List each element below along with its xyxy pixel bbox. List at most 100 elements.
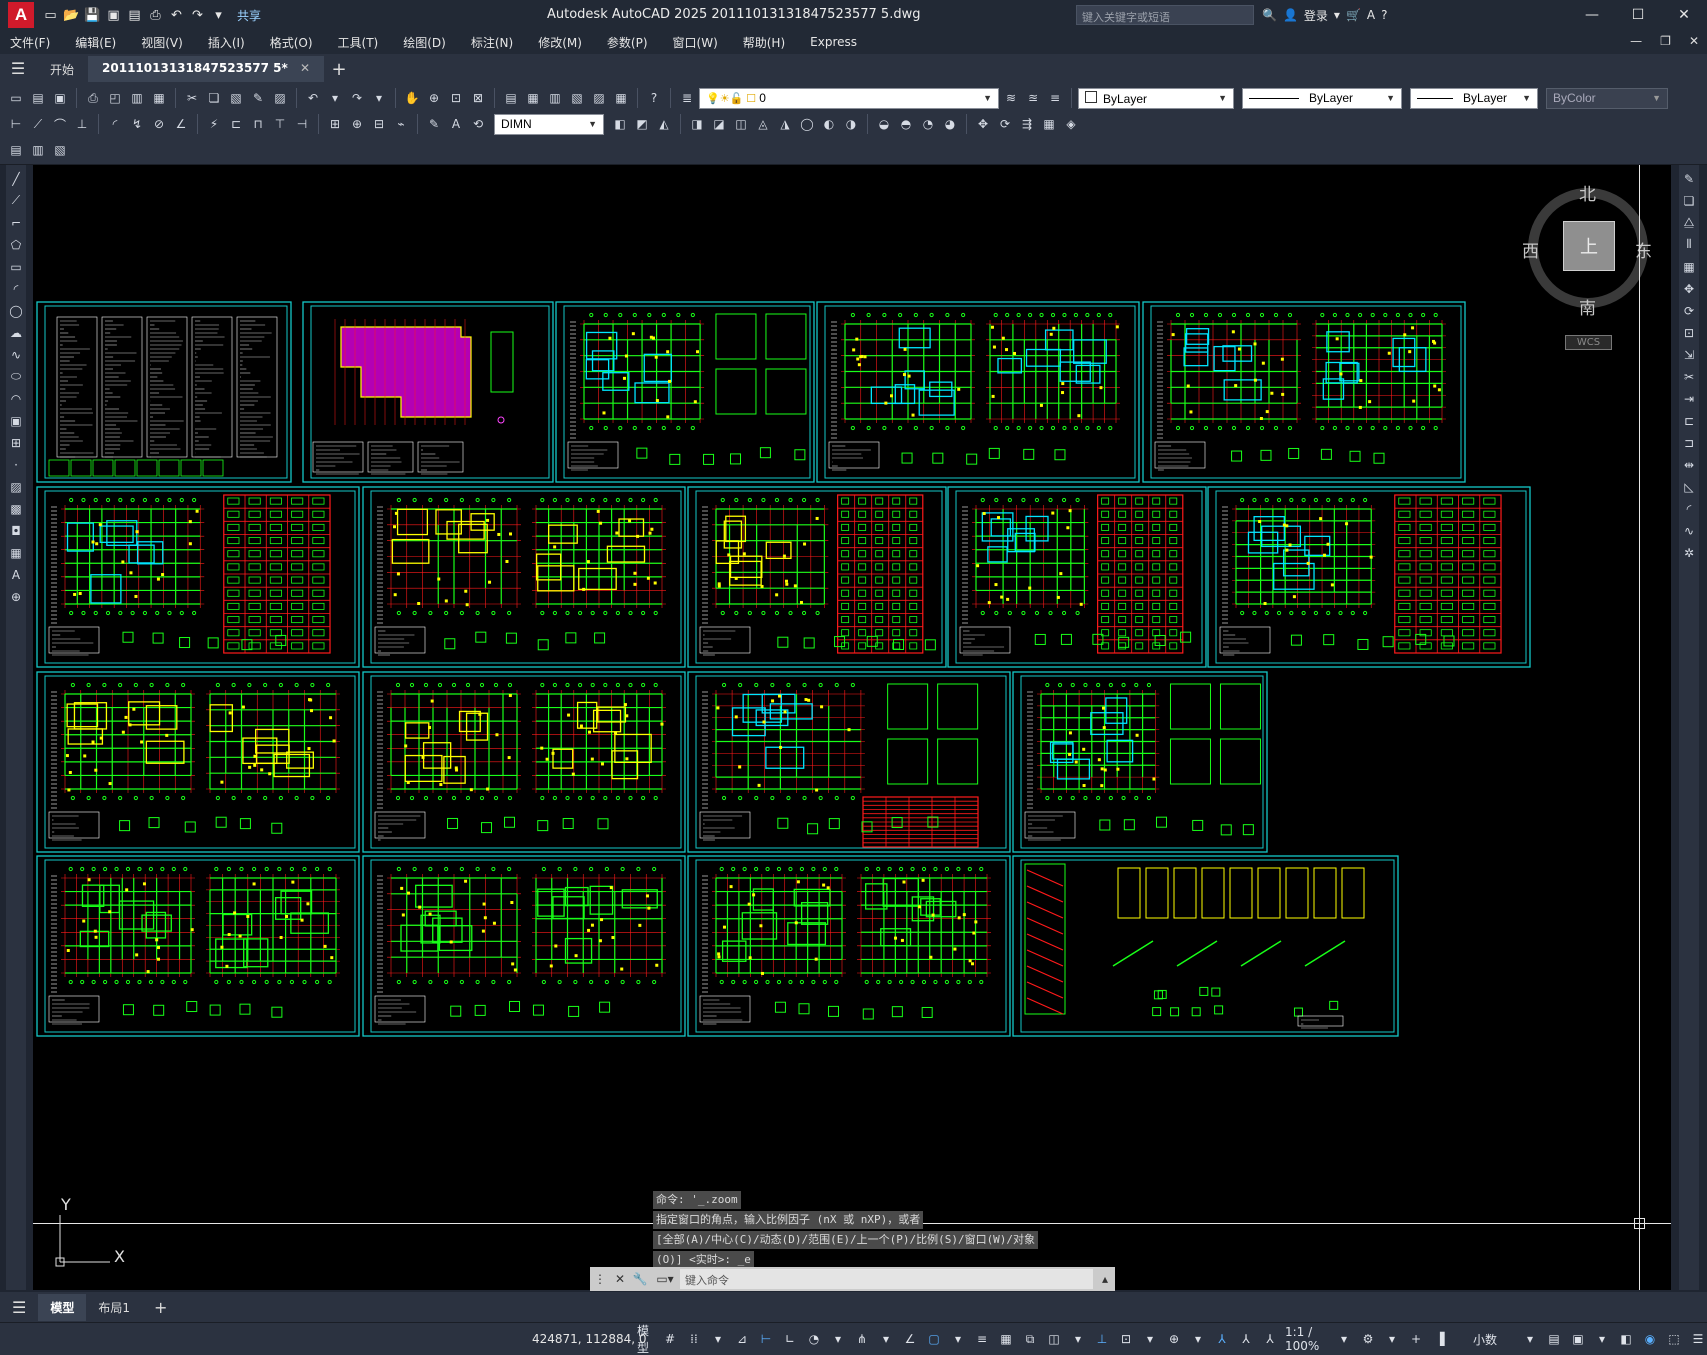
menu-window[interactable]: 窗口(W) bbox=[673, 34, 718, 51]
3d-wedge-icon[interactable]: ◩ bbox=[632, 114, 652, 134]
lineweight-icon[interactable]: ≡ bbox=[973, 1329, 991, 1349]
polar-tracking-icon[interactable]: ◔ bbox=[805, 1329, 823, 1349]
join-icon[interactable]: ⇹ bbox=[1681, 455, 1697, 474]
polar-dropdown-icon[interactable]: ▾ bbox=[829, 1329, 847, 1349]
calculator-icon[interactable]: ▦ bbox=[611, 88, 631, 108]
menu-edit[interactable]: 编辑(E) bbox=[75, 34, 116, 51]
3d-array-icon[interactable]: ▦ bbox=[1039, 114, 1059, 134]
rectangle-icon[interactable]: ▭ bbox=[8, 257, 24, 276]
viewcube-east[interactable]: 东 bbox=[1635, 237, 1652, 262]
ordinate-icon[interactable]: ⊥ bbox=[72, 114, 92, 134]
mirror-icon[interactable]: ⧋ bbox=[1681, 213, 1697, 232]
annotation-scale-icon[interactable]: ⅄ bbox=[1261, 1329, 1279, 1349]
spline-icon[interactable]: ∿ bbox=[8, 345, 24, 364]
block-editor-icon[interactable]: ▨ bbox=[270, 88, 290, 108]
stretch-icon[interactable]: ⇲ bbox=[1681, 345, 1697, 364]
viewcube-west[interactable]: 西 bbox=[1522, 237, 1539, 262]
clean-screen-icon[interactable]: ⬚ bbox=[1665, 1329, 1683, 1349]
grid-icon[interactable]: # bbox=[661, 1329, 679, 1349]
dropdown-icon[interactable]: ▾ bbox=[1334, 8, 1340, 22]
properties-icon[interactable]: ▤ bbox=[501, 88, 521, 108]
space-icon[interactable]: ⊤ bbox=[270, 114, 290, 134]
break-icon[interactable]: ⊣ bbox=[292, 114, 312, 134]
table-icon[interactable]: ▦ bbox=[8, 543, 24, 562]
markup-icon[interactable]: ▨ bbox=[589, 88, 609, 108]
new-layout-icon[interactable]: + bbox=[142, 1293, 179, 1322]
3d-move-icon[interactable]: ✥ bbox=[973, 114, 993, 134]
login-button[interactable]: 登录 bbox=[1304, 7, 1328, 24]
menu-file[interactable]: 文件(F) bbox=[10, 34, 50, 51]
user-icon[interactable]: 👤 bbox=[1283, 8, 1298, 22]
arc-icon[interactable]: ◜ bbox=[8, 279, 24, 298]
help-icon[interactable]: ? bbox=[644, 88, 664, 108]
add-selected-icon[interactable]: ⊕ bbox=[8, 587, 24, 606]
dynamic-input-icon[interactable]: ⊢ bbox=[757, 1329, 775, 1349]
layout-menu-icon[interactable]: ☰ bbox=[0, 1293, 38, 1322]
command-input[interactable]: 键入命令 bbox=[680, 1269, 1093, 1289]
layer-previous-icon[interactable]: ≊ bbox=[1023, 88, 1043, 108]
customize-qat-icon[interactable]: ▾ bbox=[210, 7, 227, 24]
isolate-objects-icon[interactable]: ◧ bbox=[1617, 1329, 1635, 1349]
menu-dimension[interactable]: 标注(N) bbox=[471, 34, 513, 51]
selection-filter-dropdown-icon[interactable]: ▾ bbox=[1141, 1329, 1159, 1349]
drawing-close-icon[interactable]: ✕ bbox=[1689, 34, 1699, 48]
menu-modify[interactable]: 修改(M) bbox=[538, 34, 582, 51]
intersect-icon[interactable]: ◑ bbox=[841, 114, 861, 134]
transparency-icon[interactable]: ▦ bbox=[997, 1329, 1015, 1349]
paste-icon[interactable]: ▧ bbox=[226, 88, 246, 108]
viewcube-south[interactable]: 南 bbox=[1579, 294, 1596, 319]
make-block-icon[interactable]: ⊞ bbox=[8, 433, 24, 452]
menu-parametric[interactable]: 参数(P) bbox=[607, 34, 648, 51]
revolve-icon[interactable]: ◬ bbox=[753, 114, 773, 134]
ellipse-arc-icon[interactable]: ◠ bbox=[8, 389, 24, 408]
plotstyle-combo[interactable]: ByColor ▼ bbox=[1546, 87, 1668, 109]
tolerance-icon[interactable]: ⊞ bbox=[325, 114, 345, 134]
autodesk-app-icon[interactable]: A bbox=[1367, 8, 1375, 22]
sweep-icon[interactable]: ◫ bbox=[731, 114, 751, 134]
tab-close-icon[interactable]: ✕ bbox=[300, 61, 310, 75]
linetype-combo[interactable]: ByLayer ▼ bbox=[1242, 87, 1402, 109]
line-icon[interactable]: ╱ bbox=[8, 169, 24, 188]
tab-layout1[interactable]: 布局1 bbox=[86, 1294, 142, 1321]
blend-curves-icon[interactable]: ∿ bbox=[1681, 521, 1697, 540]
extrude-icon[interactable]: ◨ bbox=[687, 114, 707, 134]
cart-icon[interactable]: 🛒 bbox=[1346, 8, 1361, 22]
3d-box-icon[interactable]: ◧ bbox=[610, 114, 630, 134]
chamfer-icon[interactable]: ◺ bbox=[1681, 477, 1697, 496]
dynamic-ucs-icon[interactable]: ⊥ bbox=[1093, 1329, 1111, 1349]
customize-wrench-icon[interactable]: 🔧 bbox=[630, 1269, 650, 1289]
aligned-dimension-icon[interactable]: ⟋ bbox=[28, 114, 48, 134]
slice-icon[interactable]: ◒ bbox=[874, 114, 894, 134]
jogged-linear-icon[interactable]: ⌁ bbox=[391, 114, 411, 134]
center-mark-icon[interactable]: ⊕ bbox=[347, 114, 367, 134]
new-tab-icon[interactable]: + bbox=[324, 56, 354, 82]
linear-dimension-icon[interactable]: ⊢ bbox=[6, 114, 26, 134]
snap-icon[interactable]: ⁞⁞ bbox=[685, 1329, 703, 1349]
gizmo-dropdown-icon[interactable]: ▾ bbox=[1189, 1329, 1207, 1349]
ellipse-icon[interactable]: ⬭ bbox=[8, 367, 24, 386]
copy-icon[interactable]: ❏ bbox=[204, 88, 224, 108]
save-icon[interactable]: 💾 bbox=[84, 7, 101, 24]
isodraft-icon[interactable]: ⋔ bbox=[853, 1329, 871, 1349]
loft-icon[interactable]: ◮ bbox=[775, 114, 795, 134]
object-snap-tracking-icon[interactable]: ∠ bbox=[901, 1329, 919, 1349]
close-button[interactable]: ✕ bbox=[1661, 0, 1707, 30]
workspace-dropdown-icon[interactable]: ▾ bbox=[1383, 1329, 1401, 1349]
zoom-previous-icon[interactable]: ⊠ bbox=[468, 88, 488, 108]
lineweight-combo[interactable]: ByLayer ▼ bbox=[1410, 87, 1538, 109]
publish-icon[interactable]: ▤ bbox=[126, 7, 143, 24]
angular-icon[interactable]: ∠ bbox=[171, 114, 191, 134]
redo-icon[interactable]: ↷ bbox=[189, 7, 206, 24]
zoom-realtime-icon[interactable]: ⊕ bbox=[424, 88, 444, 108]
break-at-point-icon[interactable]: ⊏ bbox=[1681, 411, 1697, 430]
object-snap-dropdown-icon[interactable]: ▾ bbox=[949, 1329, 967, 1349]
subtract-icon[interactable]: ◐ bbox=[819, 114, 839, 134]
extend-icon[interactable]: ⇥ bbox=[1681, 389, 1697, 408]
open-file-icon[interactable]: 📂 bbox=[63, 7, 80, 24]
layer-unisolate-icon[interactable]: ▧ bbox=[50, 140, 70, 160]
radius-icon[interactable]: ◜ bbox=[105, 114, 125, 134]
explode-icon[interactable]: ✲ bbox=[1681, 543, 1697, 562]
point-icon[interactable]: · bbox=[8, 455, 24, 474]
units-icon[interactable]: ▐ bbox=[1431, 1329, 1449, 1349]
interfere-icon[interactable]: ◔ bbox=[918, 114, 938, 134]
